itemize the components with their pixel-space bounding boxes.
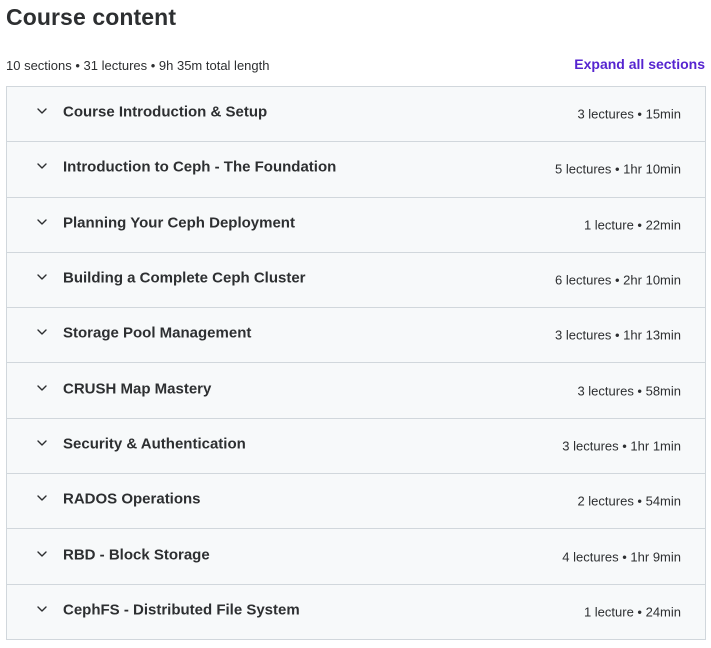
- chevron-down-icon: [36, 382, 48, 394]
- section-title: Security & Authentication: [63, 435, 246, 453]
- section-row[interactable]: Building a Complete Ceph Cluster 6 lectu…: [7, 252, 705, 309]
- section-row[interactable]: RBD - Block Storage 4 lectures • 1hr 9mi…: [7, 529, 705, 585]
- sections-list: Course Introduction & Setup 3 lectures •…: [6, 86, 706, 640]
- chevron-down-icon: [36, 271, 48, 283]
- section-info: 3 lectures • 58min: [577, 383, 681, 399]
- section-row[interactable]: CRUSH Map Mastery 3 lectures • 58min: [7, 363, 705, 419]
- section-title: RADOS Operations: [63, 490, 201, 508]
- section-info: 3 lectures • 1hr 1min: [562, 438, 681, 454]
- page-title: Course content: [6, 4, 177, 30]
- chevron-down-icon: [36, 548, 48, 560]
- section-row[interactable]: Introduction to Ceph - The Foundation 5 …: [7, 142, 705, 198]
- section-row[interactable]: Storage Pool Management 3 lectures • 1hr…: [7, 308, 705, 364]
- section-title: CRUSH Map Mastery: [63, 380, 212, 398]
- chevron-down-icon: [36, 603, 48, 615]
- chevron-down-icon: [36, 105, 48, 117]
- chevron-down-icon: [36, 326, 48, 338]
- chevron-down-icon: [36, 160, 48, 172]
- section-info: 3 lectures • 15min: [577, 106, 681, 122]
- section-info: 1 lecture • 22min: [583, 217, 681, 233]
- section-info: 5 lectures • 1hr 10min: [555, 161, 681, 177]
- course-content-panel: Course content 10 sections • 31 lectures…: [0, 0, 711, 648]
- section-row[interactable]: Planning Your Ceph Deployment 1 lecture …: [7, 197, 705, 253]
- section-title: Planning Your Ceph Deployment: [63, 214, 295, 232]
- section-title: Building a Complete Ceph Cluster: [63, 269, 306, 287]
- section-row[interactable]: Course Introduction & Setup 3 lectures •…: [7, 87, 705, 143]
- section-title: Introduction to Ceph - The Foundation: [63, 158, 337, 176]
- section-row[interactable]: RADOS Operations 2 lectures • 54min: [7, 474, 705, 530]
- section-title: Course Introduction & Setup: [63, 103, 268, 121]
- section-title: Storage Pool Management: [63, 324, 252, 342]
- expand-all-sections-button[interactable]: Expand all sections: [574, 56, 705, 72]
- course-summary: 10 sections • 31 lectures • 9h 35m total…: [6, 58, 270, 73]
- section-info: 3 lectures • 1hr 13min: [555, 327, 681, 343]
- chevron-down-icon: [36, 437, 48, 449]
- section-info: 6 lectures • 2hr 10min: [555, 272, 681, 288]
- section-title: CephFS - Distributed File System: [63, 601, 300, 619]
- chevron-down-icon: [36, 216, 48, 228]
- section-info: 4 lectures • 1hr 9min: [562, 549, 681, 565]
- section-info: 1 lecture • 24min: [583, 604, 681, 620]
- section-title: RBD - Block Storage: [63, 546, 210, 564]
- chevron-down-icon: [36, 492, 48, 504]
- section-row[interactable]: Security & Authentication 3 lectures • 1…: [7, 418, 705, 475]
- section-row[interactable]: CephFS - Distributed File System 1 lectu…: [7, 584, 705, 640]
- section-info: 2 lectures • 54min: [577, 493, 681, 509]
- course-summary-row: 10 sections • 31 lectures • 9h 35m total…: [6, 56, 706, 76]
